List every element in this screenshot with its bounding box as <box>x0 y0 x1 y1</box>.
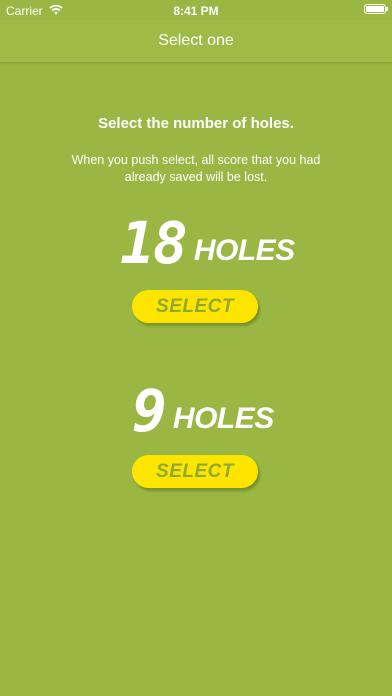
status-time: 8:41 PM <box>173 4 219 18</box>
select-18-holes-button[interactable]: SELECT <box>132 290 258 323</box>
select-9-holes-button[interactable]: SELECT <box>132 455 258 488</box>
holes-suffix: HOLES <box>172 402 274 435</box>
holes-number-18: 18 <box>120 209 188 277</box>
nav-title: Select one <box>158 32 234 49</box>
navigation-bar: Select one <box>0 20 392 63</box>
status-bar: Carrier 8:41 PM <box>0 0 392 20</box>
battery-icon <box>364 4 388 14</box>
status-right <box>364 4 388 14</box>
holes-suffix: HOLES <box>193 234 295 267</box>
warning-description: When you push select, all score that you… <box>71 153 321 184</box>
page-heading: Select the number of holes. <box>98 115 294 132</box>
holes-number-9: 9 <box>132 377 167 445</box>
option-9-holes-label: 9 HOLES <box>132 377 274 445</box>
option-18-holes-label: 18 HOLES <box>120 209 295 277</box>
